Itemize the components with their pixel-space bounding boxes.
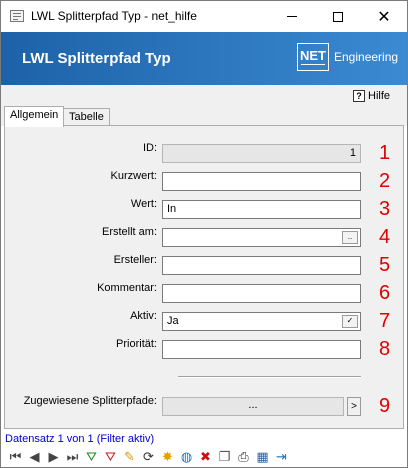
kurzwert-label: Kurzwert:: [110, 170, 157, 182]
logo-mark: NET: [300, 48, 326, 63]
separator-line: [178, 376, 361, 378]
close-icon: ✕: [377, 8, 391, 26]
print-icon: ⎙: [238, 449, 249, 464]
refresh-icon: ⟳: [143, 449, 154, 464]
close-button[interactable]: ✕: [361, 1, 407, 32]
marker-2: 2: [379, 170, 391, 192]
add-filter-icon: ⛛: [86, 449, 97, 464]
marker-5: 5: [379, 254, 391, 276]
new-record-button[interactable]: ✸: [159, 448, 176, 466]
copy-button[interactable]: ❐: [216, 448, 233, 466]
last-record-icon: ⏭: [66, 449, 79, 464]
minimize-button[interactable]: [269, 1, 315, 32]
delete-button[interactable]: ✖: [197, 448, 214, 466]
delete-icon: ✖: [200, 449, 211, 464]
refresh-button[interactable]: ⟳: [140, 448, 157, 466]
wert-label: Wert:: [130, 198, 157, 210]
splitterpfade-label: Zugewiesene Splitterpfade:: [23, 395, 157, 407]
aktiv-value: Ja: [167, 315, 179, 327]
prioritaet-label: Priorität:: [116, 338, 157, 350]
marker-4: 4: [379, 226, 391, 248]
new-record-icon: ✸: [162, 449, 173, 464]
marker-9: 9: [379, 395, 391, 417]
app-icon: [10, 10, 24, 22]
kommentar-input[interactable]: [162, 284, 361, 303]
title-bar: LWL Splitterpfad Typ - net_hilfe ✕: [1, 1, 407, 32]
aktiv-label: Aktiv:: [130, 310, 157, 322]
tab-panel-allgemein: [4, 125, 404, 429]
edit-pencil-icon: ✎: [124, 449, 135, 464]
add-filter-button[interactable]: ⛛: [83, 448, 100, 466]
logo-text: Engineering: [334, 50, 399, 64]
maximize-icon: [333, 11, 343, 22]
aktiv-combo[interactable]: Ja ✓: [162, 312, 361, 331]
splitterpfade-field[interactable]: ...: [162, 397, 344, 416]
marker-6: 6: [379, 282, 391, 304]
prioritaet-input[interactable]: [162, 340, 361, 359]
print-button[interactable]: ⎙: [235, 448, 252, 466]
previous-record-icon: ◀: [29, 449, 40, 464]
minimize-icon: [287, 16, 297, 17]
kommentar-label: Kommentar:: [97, 282, 157, 294]
exit-button[interactable]: ⇥: [273, 448, 290, 466]
splitterpfade-open-button[interactable]: >: [347, 397, 361, 416]
id-field: 1: [162, 144, 361, 163]
application-window: LWL Splitterpfad Typ - net_hilfe ✕ LWL S…: [0, 0, 408, 468]
edit-pencil-button[interactable]: ✎: [121, 448, 138, 466]
help-label: Hilfe: [368, 89, 391, 102]
next-record-icon: ▶: [48, 449, 59, 464]
record-navigation-bar: ⏮ ◀ ▶ ⏭ ⛛ ⛛ ✎ ⟳ ✸ ◍ ✖ ❐ ⎙ ▦ ⇥: [1, 446, 407, 468]
date-picker-button[interactable]: ..: [342, 231, 358, 244]
marker-1: 1: [379, 142, 391, 164]
first-record-icon: ⏮: [9, 449, 22, 464]
erstellt-am-label: Erstellt am:: [101, 226, 157, 238]
id-label: ID:: [142, 142, 157, 154]
export-button[interactable]: ▦: [254, 448, 271, 466]
help-icon: ?: [353, 89, 365, 102]
marker-7: 7: [379, 310, 391, 332]
ersteller-input[interactable]: [162, 256, 361, 275]
wert-input[interactable]: In: [162, 200, 361, 219]
tab-strip: Allgemein Tabelle: [1, 106, 407, 127]
marker-3: 3: [379, 198, 391, 220]
web-icon: ◍: [180, 449, 193, 464]
next-record-button[interactable]: ▶: [45, 448, 62, 466]
tab-allgemein[interactable]: Allgemein: [4, 106, 65, 127]
window-title: LWL Splitterpfad Typ - net_hilfe: [31, 9, 197, 23]
web-button[interactable]: ◍: [178, 448, 195, 466]
aktiv-dropdown-button[interactable]: ✓: [342, 315, 358, 328]
remove-filter-icon: ⛛: [105, 449, 116, 464]
first-record-button[interactable]: ⏮: [7, 448, 24, 466]
previous-record-button[interactable]: ◀: [26, 448, 43, 466]
help-row: ? Hilfe: [1, 85, 407, 106]
record-status: Datensatz 1 von 1 (Filter aktiv): [5, 433, 155, 445]
net-logo: NET: [297, 43, 329, 71]
copy-icon: ❐: [218, 449, 231, 464]
form-header: LWL Splitterpfad Typ NET Engineering: [1, 32, 407, 85]
marker-8: 8: [379, 338, 391, 360]
maximize-button[interactable]: [315, 1, 361, 32]
form-title: LWL Splitterpfad Typ: [22, 50, 171, 67]
erstellt-am-input[interactable]: ..: [162, 228, 361, 247]
remove-filter-button[interactable]: ⛛: [102, 448, 119, 466]
exit-icon: ⇥: [276, 449, 287, 464]
help-button[interactable]: ? Hilfe: [353, 87, 390, 104]
export-icon: ▦: [256, 449, 269, 464]
kurzwert-input[interactable]: [162, 172, 361, 191]
last-record-button[interactable]: ⏭: [64, 448, 81, 466]
ersteller-label: Ersteller:: [113, 254, 157, 266]
